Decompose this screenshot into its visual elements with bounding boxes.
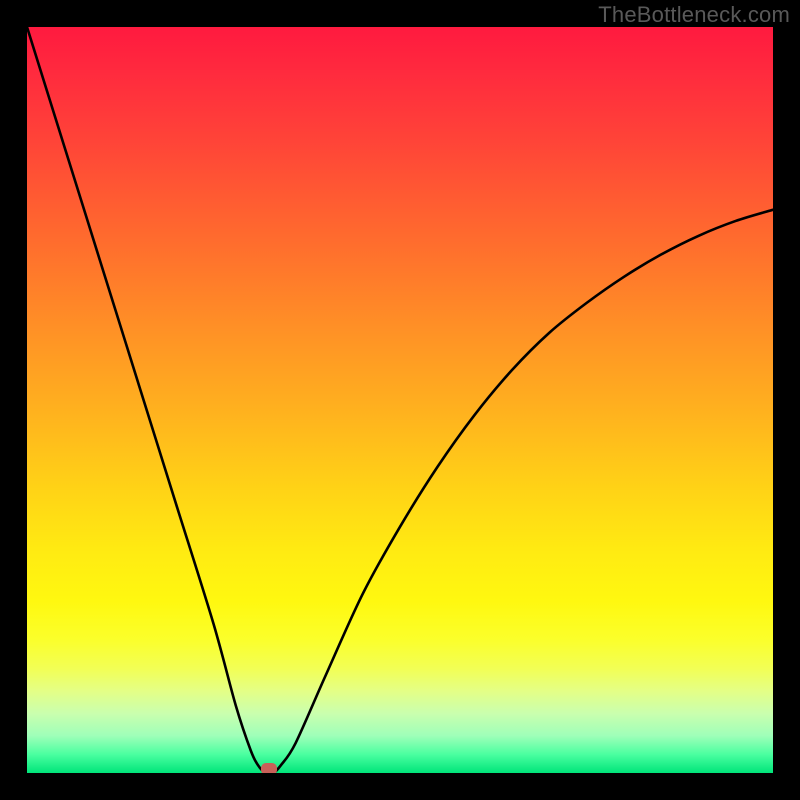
optimal-point-marker [261,763,277,773]
plot-area [27,27,773,773]
watermark-text: TheBottleneck.com [598,2,790,28]
chart-frame: TheBottleneck.com [0,0,800,800]
bottleneck-curve [27,27,773,773]
